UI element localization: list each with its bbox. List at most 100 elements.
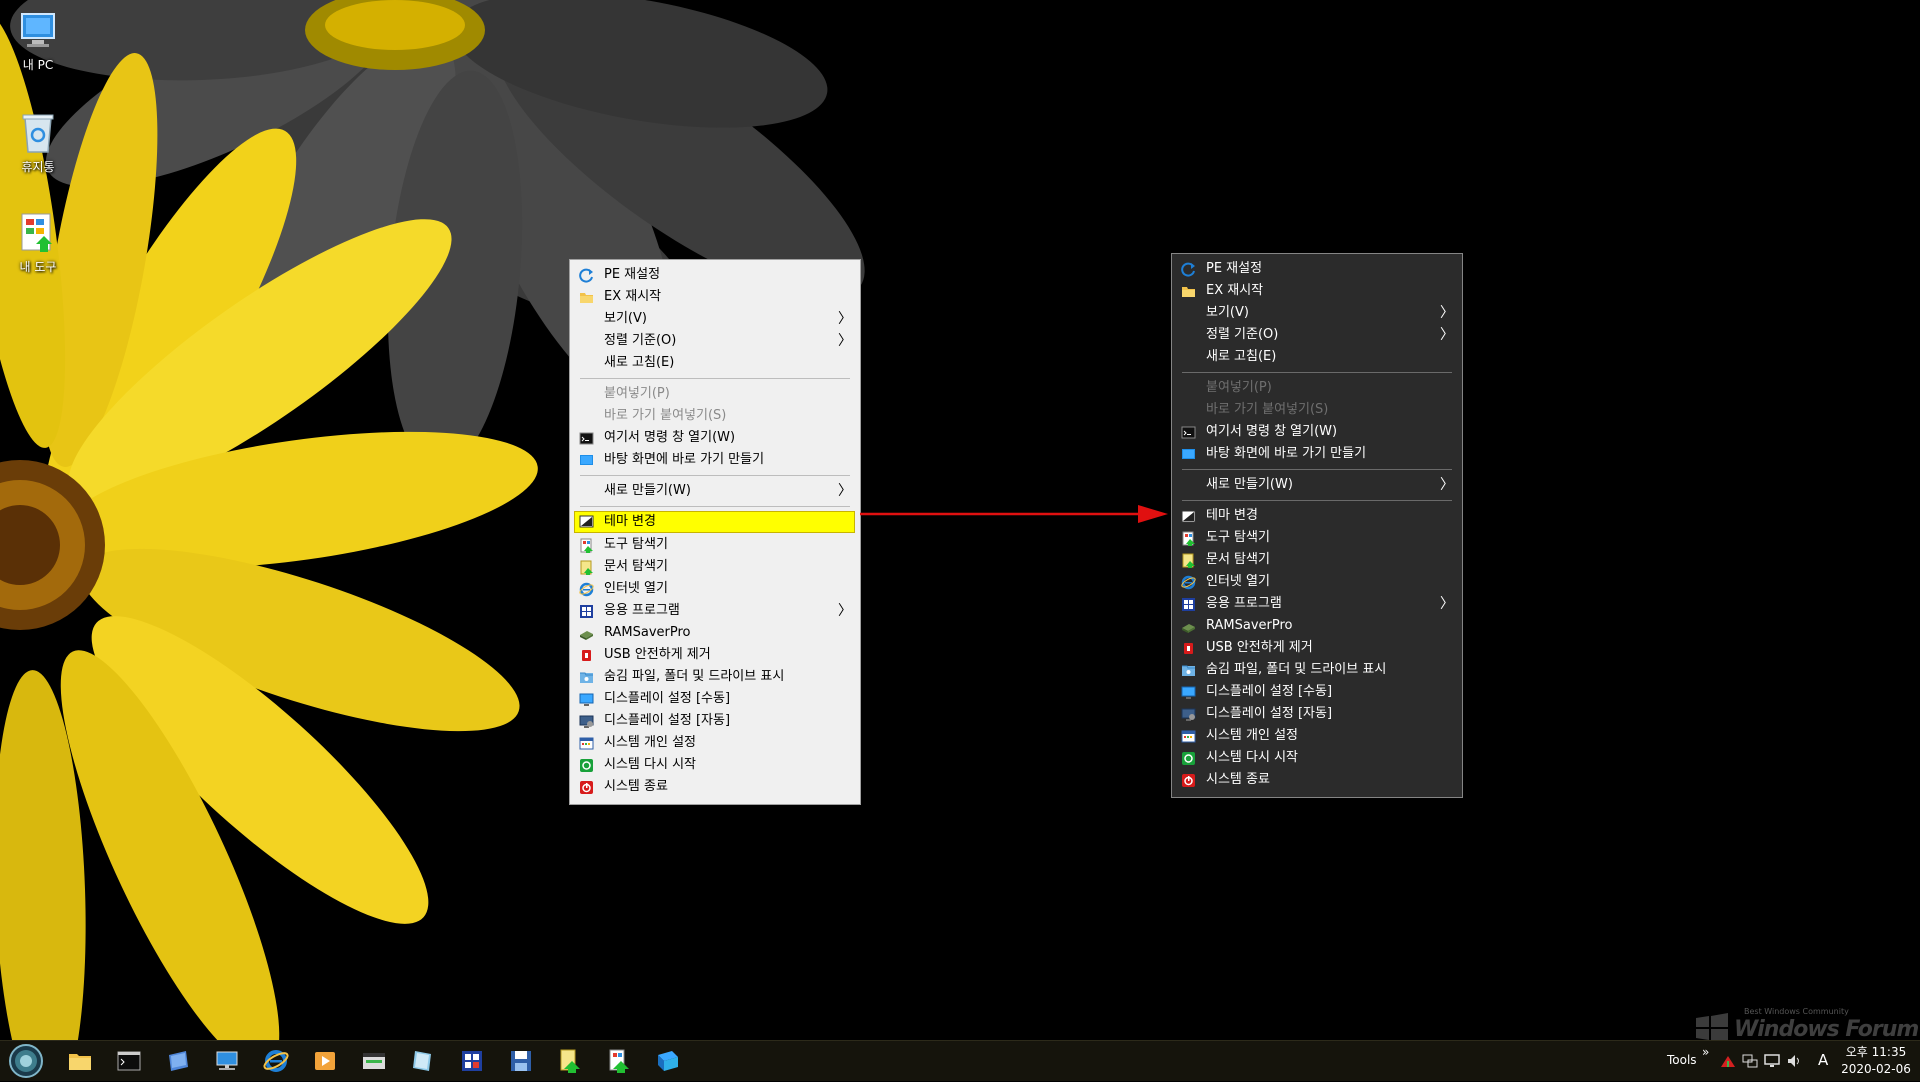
menu-item[interactable]: 정렬 기준(O) 〉 — [570, 330, 860, 352]
menu-item[interactable]: 시스템 종료 — [570, 776, 860, 798]
taskbar-button[interactable] — [507, 1047, 535, 1075]
ramsaver-icon — [1182, 624, 1195, 633]
refresh-icon — [579, 268, 593, 283]
menu-item[interactable]: 디스플레이 설정 [자동] — [1172, 703, 1462, 725]
taskbar-button[interactable] — [605, 1047, 633, 1075]
windows-logo-icon — [1696, 1013, 1728, 1043]
chevron-right-icon: 〉 — [838, 483, 852, 499]
menu-item[interactable]: 응용 프로그램 〉 — [1172, 593, 1462, 615]
menu-item[interactable]: USB 안전하게 제거 — [570, 644, 860, 666]
taskbar-button[interactable] — [556, 1047, 584, 1075]
desktop-icon-my-pc[interactable]: 내 PC — [10, 10, 66, 73]
taskbar-button[interactable] — [66, 1047, 94, 1075]
taskbar-button[interactable] — [654, 1047, 682, 1075]
red-arrow — [860, 505, 1168, 523]
desktop-icon-label: 내 도구 — [19, 260, 57, 274]
menu-item: 바로 가기 붙여넣기(S) — [1172, 399, 1462, 421]
menu-item[interactable]: 디스플레이 설정 [자동] — [570, 710, 860, 732]
display-tray-icon[interactable] — [1764, 1053, 1780, 1069]
volume-icon[interactable] — [1786, 1053, 1802, 1069]
network-tray-icon[interactable] — [1742, 1053, 1758, 1069]
refresh-icon — [1181, 262, 1195, 277]
recycle-bin-icon — [22, 114, 54, 153]
desktop-icon-my-tools[interactable]: 내 도구 — [10, 210, 66, 275]
menu-item[interactable]: 숨김 파일, 폴더 및 드라이브 표시 — [1172, 659, 1462, 681]
menu-item[interactable]: 새로 고침(E) — [1172, 346, 1462, 368]
tool-explorer-icon — [609, 1049, 629, 1073]
menu-item[interactable]: 응용 프로그램 〉 — [570, 600, 860, 622]
menu-item-label: 숨김 파일, 폴더 및 드라이브 표시 — [1206, 662, 1387, 677]
menu-item[interactable]: 디스플레이 설정 [수동] — [1172, 681, 1462, 703]
menu-separator — [580, 475, 850, 476]
cmd-icon — [579, 432, 594, 445]
menu-item[interactable]: 새로 고침(E) — [570, 352, 860, 374]
menu-item[interactable]: 시스템 다시 시작 — [1172, 747, 1462, 769]
menu-item[interactable]: PE 재설정 — [1172, 258, 1462, 280]
menu-item[interactable]: 정렬 기준(O) 〉 — [1172, 324, 1462, 346]
menu-item[interactable]: 보기(V) 〉 — [1172, 302, 1462, 324]
ram-tray-icon[interactable] — [1720, 1053, 1736, 1069]
menu-item[interactable]: USB 안전하게 제거 — [1172, 637, 1462, 659]
taskbar-button[interactable] — [164, 1047, 192, 1075]
menu-item[interactable]: EX 재시작 — [1172, 280, 1462, 302]
taskbar-button[interactable] — [262, 1047, 290, 1075]
taskbar-button[interactable] — [458, 1047, 486, 1075]
menu-item[interactable]: 바탕 화면에 바로 가기 만들기 — [570, 449, 860, 471]
start-button[interactable] — [6, 1044, 46, 1078]
menu-item[interactable]: 도구 탐색기 — [570, 534, 860, 556]
menu-item[interactable]: RAMSaverPro — [1172, 615, 1462, 637]
menu-item-label: 디스플레이 설정 [자동] — [604, 713, 731, 728]
taskbar-button[interactable] — [213, 1047, 241, 1075]
globe-icon — [658, 1051, 678, 1071]
menu-item[interactable]: 테마 변경 — [574, 511, 855, 533]
menu-item-label: RAMSaverPro — [604, 625, 691, 640]
menu-item[interactable]: 디스플레이 설정 [수동] — [570, 688, 860, 710]
menu-item[interactable]: RAMSaverPro — [570, 622, 860, 644]
clock[interactable]: 오후 11:35 2020-02-06 — [1840, 1044, 1912, 1078]
menu-item[interactable]: 시스템 개인 설정 — [570, 732, 860, 754]
notepad-icon — [413, 1051, 431, 1071]
menu-item: 바로 가기 붙여넣기(S) — [570, 405, 860, 427]
menu-item-label: 테마 변경 — [604, 514, 656, 529]
display-manual-icon — [579, 693, 594, 706]
ime-indicator[interactable]: A — [1818, 1051, 1828, 1069]
menu-item[interactable]: 문서 탐색기 — [1172, 549, 1462, 571]
desktop-shortcut-icon — [580, 455, 593, 465]
menu-item[interactable]: 보기(V) 〉 — [570, 308, 860, 330]
menu-item-label: 정렬 기준(O) — [1206, 327, 1279, 342]
document-explorer-icon — [580, 560, 593, 575]
menu-item[interactable]: 시스템 다시 시작 — [570, 754, 860, 776]
taskbar-button[interactable] — [360, 1047, 388, 1075]
tray-tools-label[interactable]: Tools — [1667, 1053, 1697, 1067]
shutdown-icon — [1182, 774, 1195, 787]
menu-item-label: 보기(V) — [604, 311, 647, 326]
menu-item[interactable]: 새로 만들기(W) 〉 — [1172, 474, 1462, 496]
menu-item[interactable]: 여기서 명령 창 열기(W) — [570, 427, 860, 449]
taskbar-button[interactable] — [311, 1047, 339, 1075]
menu-item[interactable]: 도구 탐색기 — [1172, 527, 1462, 549]
menu-item-label: 보기(V) — [1206, 305, 1249, 320]
menu-item[interactable]: 시스템 종료 — [1172, 769, 1462, 791]
menu-item[interactable]: 여기서 명령 창 열기(W) — [1172, 421, 1462, 443]
desktop-icon-recycle-bin[interactable]: 휴지통 — [10, 110, 66, 175]
chevron-right-icon: 〉 — [1440, 305, 1454, 321]
folder-icon — [1182, 287, 1195, 297]
menu-item[interactable]: 문서 탐색기 — [570, 556, 860, 578]
taskbar-button[interactable] — [115, 1047, 143, 1075]
menu-item[interactable]: 테마 변경 — [1172, 505, 1462, 527]
menu-item-label: 정렬 기준(O) — [604, 333, 677, 348]
menu-item[interactable]: PE 재설정 — [570, 264, 860, 286]
menu-item-label: 문서 탐색기 — [604, 559, 668, 574]
menu-item[interactable]: 인터넷 열기 — [570, 578, 860, 600]
taskbar-button[interactable] — [409, 1047, 437, 1075]
tray-chevron-icon[interactable]: » — [1702, 1045, 1709, 1059]
restart-icon — [1182, 752, 1195, 765]
menu-item[interactable]: 시스템 개인 설정 — [1172, 725, 1462, 747]
menu-item[interactable]: 숨김 파일, 폴더 및 드라이브 표시 — [570, 666, 860, 688]
menu-item-label: 새로 만들기(W) — [1206, 477, 1293, 492]
menu-item[interactable]: 새로 만들기(W) 〉 — [570, 480, 860, 502]
menu-item[interactable]: EX 재시작 — [570, 286, 860, 308]
menu-item[interactable]: 바탕 화면에 바로 가기 만들기 — [1172, 443, 1462, 465]
menu-item[interactable]: 인터넷 열기 — [1172, 571, 1462, 593]
menu-separator — [1182, 372, 1452, 373]
